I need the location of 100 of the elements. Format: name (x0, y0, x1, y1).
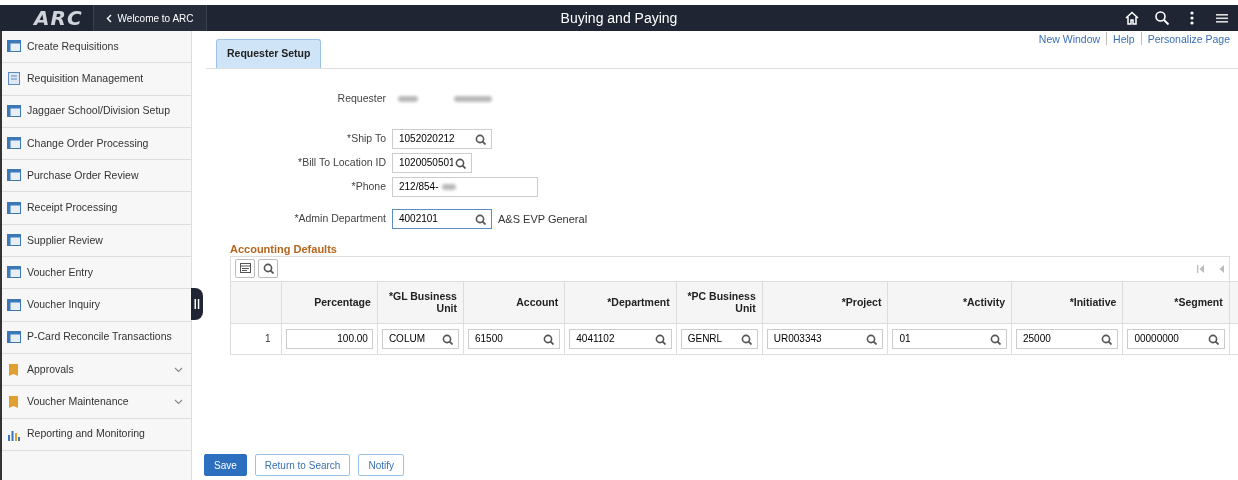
redacted-text (442, 183, 456, 190)
sidebar-item[interactable]: Voucher Maintenance (2, 386, 191, 419)
page-title: Buying and Paying (560, 8, 678, 28)
sidebar-item-label: Voucher Inquiry (27, 297, 100, 313)
page-link[interactable]: Personalize Page (1140, 32, 1230, 45)
column-header: Account (463, 281, 565, 324)
sidebar-item-label: Reporting and Monitoring (27, 426, 145, 442)
document-icon (7, 72, 21, 86)
sidebar-item-label: Create Requisitions (27, 38, 119, 54)
redacted-text (454, 95, 492, 102)
bookmark-icon (7, 395, 21, 409)
window-icon (7, 40, 21, 54)
search-icon[interactable] (262, 263, 274, 275)
search-icon[interactable] (1154, 10, 1170, 26)
search-icon[interactable] (455, 157, 466, 169)
lookup-field[interactable]: 61500 (467, 328, 561, 349)
column-header: *GL Business Unit (377, 281, 464, 324)
lookup-field[interactable]: UR003343 (766, 328, 884, 349)
sidebar-item-label: Supplier Review (27, 232, 103, 248)
column-header: *PC Business Unit (676, 281, 763, 324)
sidebar-item[interactable]: Receipt Processing (2, 192, 191, 225)
sidebar-item[interactable]: Requisition Management (2, 63, 191, 96)
window-icon (7, 104, 21, 118)
search-icon[interactable] (543, 333, 555, 345)
sidebar-item[interactable]: Change Order Processing (2, 127, 191, 161)
lookup-field[interactable]: 25000 (1015, 328, 1119, 349)
window-icon (7, 266, 21, 280)
grid-view-icon[interactable] (239, 263, 251, 275)
field-description: A&S EVP General (498, 211, 588, 227)
lookup-field[interactable]: 1052020212 (392, 128, 492, 149)
column-header: *Department (564, 281, 677, 324)
redacted-text (398, 95, 418, 102)
chevron-down-icon (174, 366, 183, 373)
back-button[interactable]: Welcome to ARC (92, 5, 207, 31)
collapse-handle[interactable] (191, 288, 203, 320)
input-field[interactable]: 100.00 (285, 328, 373, 349)
sidebar-item-label: Requisition Management (27, 71, 144, 87)
window-icon (7, 298, 21, 312)
lookup-field[interactable]: GENRL (680, 328, 758, 349)
row-number: 1 (230, 323, 282, 355)
sidebar-item-label: Voucher Maintenance (27, 394, 129, 410)
sidebar-item-label: Purchase Order Review (27, 167, 139, 183)
page-tab[interactable]: Requester Setup (216, 39, 322, 68)
column-header: *Project (762, 281, 888, 324)
page-link[interactable]: Help (1106, 32, 1135, 45)
search-icon[interactable] (1101, 333, 1113, 345)
lookup-field[interactable]: 00000000 (1127, 328, 1225, 349)
search-icon[interactable] (989, 333, 1001, 345)
pause-bars-icon (194, 298, 200, 310)
page-link[interactable]: New Window (1038, 32, 1101, 45)
column-header: Percentage (281, 281, 378, 324)
search-icon[interactable] (441, 333, 453, 345)
chevron-left-icon (105, 13, 112, 23)
sidebar-item[interactable]: Approvals (2, 353, 191, 387)
window-icon (7, 137, 21, 151)
search-icon[interactable] (1207, 333, 1219, 345)
window-icon (7, 169, 21, 183)
action-button[interactable]: Return to Search (254, 454, 351, 476)
home-icon[interactable] (1124, 10, 1140, 26)
sidebar-item-label: Change Order Processing (27, 135, 149, 151)
section-title: Accounting Defaults (230, 242, 338, 256)
sidebar-item[interactable]: Voucher Entry (2, 257, 191, 290)
sidebar-item-label: P-Card Reconcile Transactions (27, 329, 172, 345)
lookup-field[interactable]: 4041102 (569, 328, 672, 349)
sidebar-item-label: Approvals (27, 361, 74, 377)
sidebar-item-label: Voucher Entry (27, 264, 93, 280)
window-icon (7, 233, 21, 247)
sidebar-item[interactable]: Create Requisitions (2, 31, 191, 64)
bookmark-icon (7, 363, 21, 377)
logo: ARC (32, 5, 84, 31)
search-icon[interactable] (740, 333, 752, 345)
field-label: *Bill To Location ID (297, 154, 386, 170)
search-icon[interactable] (866, 333, 878, 345)
sidebar-item[interactable]: Purchase Order Review (2, 160, 191, 193)
search-icon[interactable] (654, 333, 666, 345)
field-label: Requester (336, 91, 386, 106)
column-header: *Segment (1122, 281, 1230, 324)
lookup-field[interactable]: 4002101 (392, 208, 492, 229)
search-icon[interactable] (475, 213, 486, 225)
lookup-field[interactable]: COLUM (381, 328, 459, 349)
search-icon[interactable] (475, 133, 486, 145)
lookup-field[interactable]: 01 (892, 328, 1007, 349)
sidebar-item[interactable]: Voucher Inquiry (2, 289, 191, 322)
field-label: *Admin Department (293, 210, 386, 226)
column-header: *Activity (887, 281, 1012, 324)
save-button[interactable]: Save (204, 454, 247, 476)
window-icon (7, 330, 21, 344)
field-label: *Phone (350, 178, 386, 194)
sidebar-item[interactable]: Supplier Review (2, 224, 191, 258)
chevron-down-icon (174, 398, 183, 405)
sidebar-item[interactable]: Reporting and Monitoring (2, 418, 191, 451)
window-icon (7, 201, 21, 215)
sidebar-item-label: Receipt Processing (27, 200, 118, 216)
input-field[interactable]: 212/854- (392, 176, 538, 197)
sidebar-item[interactable]: P-Card Reconcile Transactions (2, 321, 191, 354)
sidebar-item-label: Jaggaer School/Division Setup (27, 103, 170, 119)
sidebar-item[interactable]: Jaggaer School/Division Setup (2, 95, 191, 128)
field-label: *Ship To (346, 130, 386, 146)
column-header: *Initiative (1011, 281, 1123, 324)
action-button[interactable]: Notify (358, 454, 404, 476)
